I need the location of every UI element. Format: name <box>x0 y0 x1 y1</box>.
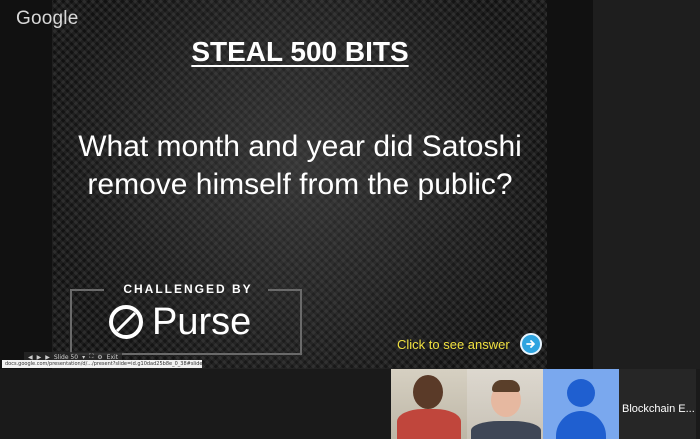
purse-logo-icon <box>109 305 143 339</box>
participant-hair <box>492 380 520 392</box>
google-logo: Google <box>16 8 79 29</box>
participant-shirt <box>471 421 541 439</box>
participant-name-tile[interactable]: Blockchain E... <box>619 369 696 439</box>
participant-avatar-tile[interactable] <box>543 369 619 439</box>
presentation-slide[interactable]: Google STEAL 500 BITS What month and yea… <box>0 0 593 369</box>
avatar-body <box>556 411 606 439</box>
sponsor-brand-name: Purse <box>152 301 252 343</box>
see-answer-label[interactable]: Click to see answer <box>397 337 510 352</box>
avatar-icon <box>567 379 595 407</box>
participant-video-tile[interactable] <box>467 369 543 439</box>
see-answer-link[interactable]: Click to see answer <box>397 333 542 355</box>
slide-right-margin <box>547 0 593 369</box>
sponsor-label: CHALLENGED BY <box>123 282 253 296</box>
side-panel <box>593 0 700 369</box>
participant-video-tile[interactable] <box>391 369 467 439</box>
participant-name: Blockchain E... <box>622 403 695 415</box>
participant-face <box>413 375 443 409</box>
sponsor-brand: Purse <box>108 303 251 341</box>
status-url-bar: docs.google.com/presentation/d/.../prese… <box>2 360 202 368</box>
participant-shirt <box>397 409 461 439</box>
slide-left-margin <box>0 0 52 369</box>
shared-screen: Google STEAL 500 BITS What month and yea… <box>0 0 593 369</box>
slide-question: What month and year did Satoshi remove h… <box>78 130 522 201</box>
arrow-right-icon[interactable] <box>519 333 542 355</box>
zoom-meeting-window: Google STEAL 500 BITS What month and yea… <box>0 0 700 439</box>
participant-gallery: Blockchain E... <box>0 369 700 439</box>
sponsor-box: CHALLENGED BY Purse <box>70 282 302 355</box>
slide-title: STEAL 500 BITS <box>191 36 409 67</box>
